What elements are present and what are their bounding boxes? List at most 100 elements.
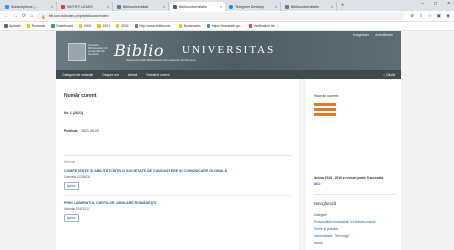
new-tab-icon[interactable]: +: [341, 3, 345, 9]
bookmark-icon: [51, 24, 55, 28]
categories-label: Categorii: [314, 213, 327, 217]
bookmark-item[interactable]: Romania: [26, 24, 45, 28]
site-header: Înregistrare Autentificare Asociatia Bib…: [56, 31, 401, 79]
article-item: PRIN LABIRINTUL CĂRȚILOR JUBILARE ROMÂNE…: [64, 201, 291, 222]
close-icon[interactable]: ×: [51, 4, 53, 9]
browser-tab[interactable]: Telegram Desktop ×: [226, 2, 281, 11]
bookmark-item[interactable]: http://www.bibliouniv...: [134, 24, 173, 28]
category-link[interactable]: Personalități remarcabile în bibliotecon…: [314, 220, 395, 224]
tab-favicon-icon: [229, 4, 233, 9]
nav-item-about[interactable]: Despre noi: [102, 73, 118, 77]
pdf-button[interactable]: ▤ PDF: [64, 214, 79, 222]
divider: [314, 194, 395, 195]
sidebar-heading: Număr curent: [314, 93, 339, 98]
maximize-icon[interactable]: □: [434, 1, 437, 7]
nav-item-archive[interactable]: Arhivă: [128, 73, 138, 77]
bookmark-item[interactable]: https://translate.go...: [206, 24, 243, 28]
logo-association-text: Asociatia Bibliotecarilor din Invatamant…: [88, 44, 108, 56]
article-item: COMPETENȚE ȘI ABILITĂȚI ÎNTR-O SOCIETATE…: [64, 169, 291, 196]
divider: [64, 155, 291, 156]
issue-title[interactable]: Nr. 1 (2021): [64, 111, 291, 115]
bookmark-item[interactable]: Verification de ...: [248, 24, 279, 28]
folder-icon: [97, 24, 101, 28]
archive-link[interactable]: AICI: [314, 182, 320, 186]
page-title: Număr curent: [64, 93, 97, 99]
tab-favicon-icon: [61, 4, 65, 9]
published-label: Publicat:: [64, 129, 79, 133]
gmail-icon: [248, 24, 252, 28]
header-links: Înregistrare Autentificare: [353, 33, 393, 37]
close-icon[interactable]: ×: [107, 4, 109, 9]
article-title[interactable]: PRIN LABIRINTUL CĂRȚILOR JUBILARE ROMÂNE…: [64, 201, 291, 205]
issue-badge[interactable]: [314, 113, 336, 116]
tab-favicon-icon: [5, 4, 9, 9]
articles-label: Articole: [64, 160, 76, 164]
folder-icon: [115, 24, 120, 28]
bookmark-item[interactable]: Bookmarks: [178, 24, 201, 28]
tab-favicon-icon: [117, 4, 121, 9]
tab-label: Bibliouniversitatis: [179, 4, 207, 9]
register-link[interactable]: Înregistrare: [353, 33, 369, 37]
tab-favicon-icon: [173, 4, 177, 9]
forward-icon[interactable]: →: [13, 13, 18, 19]
folder-icon: [78, 24, 83, 28]
tab-label: Biblouniversitati: [123, 4, 149, 9]
navigate-heading: Navighează: [314, 201, 337, 206]
share-icon[interactable]: ⇪: [419, 13, 423, 19]
article-author: Valentin ENESCU: [64, 207, 90, 211]
home-icon[interactable]: ⌂: [30, 13, 33, 19]
sidebar: Număr curent Arhiva 2015 - 2019 a revist…: [306, 79, 401, 250]
browser-tab[interactable]: NOTIFY LEAKS ×: [58, 2, 113, 11]
bookmark-item[interactable]: Aplicații: [4, 24, 21, 28]
star-icon[interactable]: ☆: [428, 13, 432, 19]
published-info: Publicat: 2021-08-03: [64, 129, 291, 133]
browser-tab-bar: Subscriptions | ... × NOTIFY LEAKS × Bib…: [0, 0, 454, 11]
browser-tab[interactable]: Bibliouniversitatis ×: [282, 2, 337, 11]
main-nav: Categorii de redacție Despre noi Arhivă …: [56, 70, 401, 79]
apps-icon: [4, 24, 8, 28]
reload-icon[interactable]: ⟳: [22, 13, 26, 19]
minimize-icon[interactable]: –: [421, 1, 424, 7]
issue-badge[interactable]: [314, 108, 336, 111]
bookmark-item[interactable]: 2002: [115, 24, 129, 28]
category-link[interactable]: Informatizare, Tehnologii: [314, 234, 395, 238]
extensions-icon[interactable]: ▣: [437, 13, 441, 19]
article-author: Gabriela CIOBICA: [64, 175, 91, 179]
published-date: 2021-08-03: [81, 129, 99, 133]
nav-item-current[interactable]: Numărul curent: [146, 73, 169, 77]
category-link[interactable]: Istorie: [314, 241, 395, 245]
logo-emblem: [68, 43, 86, 61]
nav-item-categories[interactable]: Categorii de redacție: [62, 73, 93, 77]
issue-badge[interactable]: [314, 103, 336, 106]
tab-favicon-icon: [285, 4, 289, 9]
bookmark-item[interactable]: 2000: [78, 24, 91, 28]
login-link[interactable]: Autentificare: [375, 33, 393, 37]
url-text: bb.ucv.ro/index.php/bibliouniv/index: [48, 14, 109, 18]
address-bar-row: ← → ⟳ ⌂ 🔒 bb.ucv.ro/index.php/bibliouniv…: [0, 11, 454, 22]
category-link[interactable]: Teorie și practică: [314, 227, 395, 231]
browser-tab[interactable]: Biblouniversitati ×: [114, 2, 169, 11]
browser-tab-active[interactable]: Bibliouniversitatis ×: [170, 2, 225, 11]
close-icon[interactable]: ×: [275, 4, 277, 9]
zoom-icon[interactable]: ⊕: [410, 13, 414, 19]
close-icon[interactable]: ×: [220, 4, 222, 9]
close-icon[interactable]: ×: [163, 4, 165, 9]
url-field[interactable]: 🔒 bb.ucv.ro/index.php/bibliouniv/index: [37, 12, 405, 20]
tab-label: Telegram Desktop: [235, 4, 264, 9]
pdf-button[interactable]: ▤ PDF: [64, 182, 79, 190]
bookmark-item[interactable]: 2001: [97, 24, 110, 28]
browser-tab[interactable]: Subscriptions | ... ×: [2, 2, 57, 11]
search-link[interactable]: ⌕ Căută: [383, 73, 395, 77]
article-title[interactable]: COMPETENȚE ȘI ABILITĂȚI ÎNTR-O SOCIETATE…: [64, 169, 291, 173]
window-controls: – □ ×: [421, 1, 450, 7]
back-icon[interactable]: ←: [4, 13, 9, 19]
close-icon[interactable]: ×: [331, 4, 333, 9]
close-window-icon[interactable]: ×: [447, 1, 450, 7]
tab-label: NOTIFY LEAKS: [67, 4, 93, 9]
folder-icon: [178, 24, 183, 28]
profile-icon[interactable]: ◉: [446, 13, 450, 19]
current-issue-badges: [314, 103, 395, 116]
translate-icon: [206, 24, 211, 28]
bookmark-item[interactable]: Dashboard: [51, 24, 73, 28]
lock-icon: 🔒: [41, 14, 46, 19]
